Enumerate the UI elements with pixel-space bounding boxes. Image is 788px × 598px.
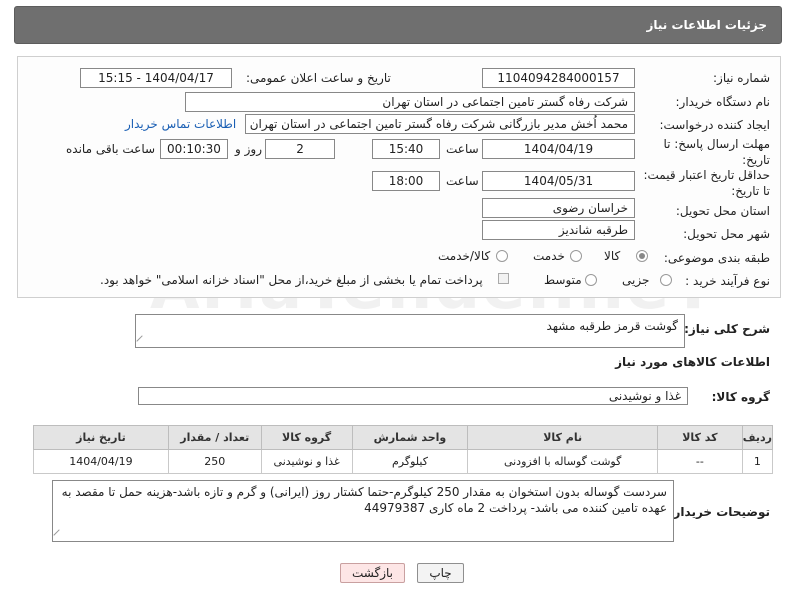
table-header-unit: واحد شمارش (351, 425, 469, 450)
delivery-province-label: استان محل تحویل: (675, 204, 770, 218)
table-header-quantity: تعداد / مقدار (167, 425, 262, 450)
table-header-need-date: تاریخ نیاز (33, 425, 169, 450)
process-type-label: نوع فرآیند خرید : (685, 274, 770, 288)
goods-group-label: گروه کالا: (711, 390, 770, 404)
announce-datetime-field: 1404/04/17 - 15:15 (80, 68, 232, 88)
category-radio-goods-service[interactable] (496, 250, 508, 262)
cell-unit: کیلوگرم (351, 449, 469, 474)
process-radio-minor[interactable] (660, 274, 672, 286)
summary-label: شرح کلی نیاز: (684, 322, 770, 336)
remaining-time-label: ساعت باقی مانده (66, 142, 156, 156)
table-header-group: گروه کالا (260, 425, 353, 450)
back-button[interactable]: بازگشت (340, 563, 405, 583)
category-option-service: خدمت (533, 249, 565, 263)
resize-grip-icon (53, 529, 65, 541)
category-option-goods: کالا (604, 249, 621, 263)
buyer-org-field: شرکت رفاه گستر تامین اجتماعی در استان ته… (185, 92, 635, 112)
delivery-province-field: خراسان رضوی (482, 198, 635, 218)
buyer-org-label: نام دستگاه خریدار: (675, 95, 771, 109)
response-days-field: 2 (265, 139, 335, 159)
need-number-label: شماره نیاز: (713, 71, 770, 85)
print-button[interactable]: چاپ (417, 563, 464, 583)
remaining-time-field: 00:10:30 (160, 139, 228, 159)
need-number-field: 1104094284000157 (482, 68, 635, 88)
process-radio-medium[interactable] (585, 274, 597, 286)
cell-item-name: گوشت گوساله با افزودنی (467, 449, 658, 474)
buyer-contact-link[interactable]: اطلاعات تماس خریدار (125, 117, 236, 131)
cell-quantity: 250 (167, 449, 262, 474)
resize-grip-icon (136, 335, 148, 347)
treasury-payment-checkbox[interactable] (498, 273, 509, 284)
goods-section-title: اطلاعات کالاهای مورد نیاز (615, 355, 770, 369)
delivery-city-field: طرقبه شاندیز (482, 220, 635, 240)
category-label: طبقه بندی موضوعی: (663, 251, 770, 265)
price-validity-time-field: 18:00 (372, 171, 440, 191)
cell-item-code: -- (656, 449, 743, 474)
process-option-medium: متوسط (544, 273, 582, 287)
price-validity-time-label: ساعت (446, 174, 479, 188)
category-option-goods-service: کالا/خدمت (438, 249, 491, 263)
summary-text: گوشت قرمز طرقبه مشهد (546, 319, 678, 333)
price-validity-label-1: حداقل تاریخ اعتبار قیمت: (643, 168, 770, 182)
buyer-notes-textarea[interactable]: سردست گوساله بدون استخوان به مقدار 250 ک… (52, 480, 674, 542)
buyer-notes-label: توضیحات خریدار: (668, 505, 770, 519)
table-header-row-number: ردیف (741, 425, 774, 450)
table-header-item-name: نام کالا (467, 425, 658, 450)
goods-group-field: غذا و نوشیدنی (138, 387, 688, 405)
treasury-payment-note: پرداخت تمام یا بخشی از مبلغ خرید،از محل … (100, 273, 483, 287)
cell-need-date: 1404/04/19 (33, 449, 169, 474)
cell-row-number: 1 (741, 449, 774, 474)
price-validity-label-2: تا تاریخ: (731, 184, 770, 198)
process-option-minor: جزیی (622, 273, 650, 287)
buyer-notes-text: سردست گوساله بدون استخوان به مقدار 250 ک… (61, 485, 667, 515)
response-deadline-label-2: تاریخ: (742, 153, 770, 167)
summary-textarea[interactable]: گوشت قرمز طرقبه مشهد (135, 314, 685, 348)
table-header-item-code: کد کالا (656, 425, 743, 450)
category-radio-goods[interactable] (636, 250, 648, 262)
page-title: جزئیات اطلاعات نیاز (646, 18, 767, 32)
goods-table: ردیف کد کالا نام کالا واحد شمارش گروه کا… (33, 425, 774, 474)
response-time-field: 15:40 (372, 139, 440, 159)
delivery-city-label: شهر محل تحویل: (683, 227, 770, 241)
table-row: 1 -- گوشت گوساله با افزودنی کیلوگرم غذا … (33, 449, 774, 474)
cell-group: غذا و نوشیدنی (260, 449, 353, 474)
creator-field: محمد اُخش مدیر بازرگانی شرکت رفاه گستر ت… (245, 114, 635, 134)
response-time-label: ساعت (446, 142, 479, 156)
category-radio-service[interactable] (570, 250, 582, 262)
creator-label: ایجاد کننده درخواست: (659, 118, 770, 132)
page-header: جزئیات اطلاعات نیاز (14, 6, 782, 44)
response-deadline-label-1: مهلت ارسال پاسخ: تا (663, 137, 770, 151)
table-header-row: ردیف کد کالا نام کالا واحد شمارش گروه کا… (33, 425, 774, 450)
price-validity-date-field: 1404/05/31 (482, 171, 635, 191)
response-date-field: 1404/04/19 (482, 139, 635, 159)
days-label: روز و (235, 142, 262, 156)
announce-datetime-label: تاریخ و ساعت اعلان عمومی: (246, 71, 391, 85)
